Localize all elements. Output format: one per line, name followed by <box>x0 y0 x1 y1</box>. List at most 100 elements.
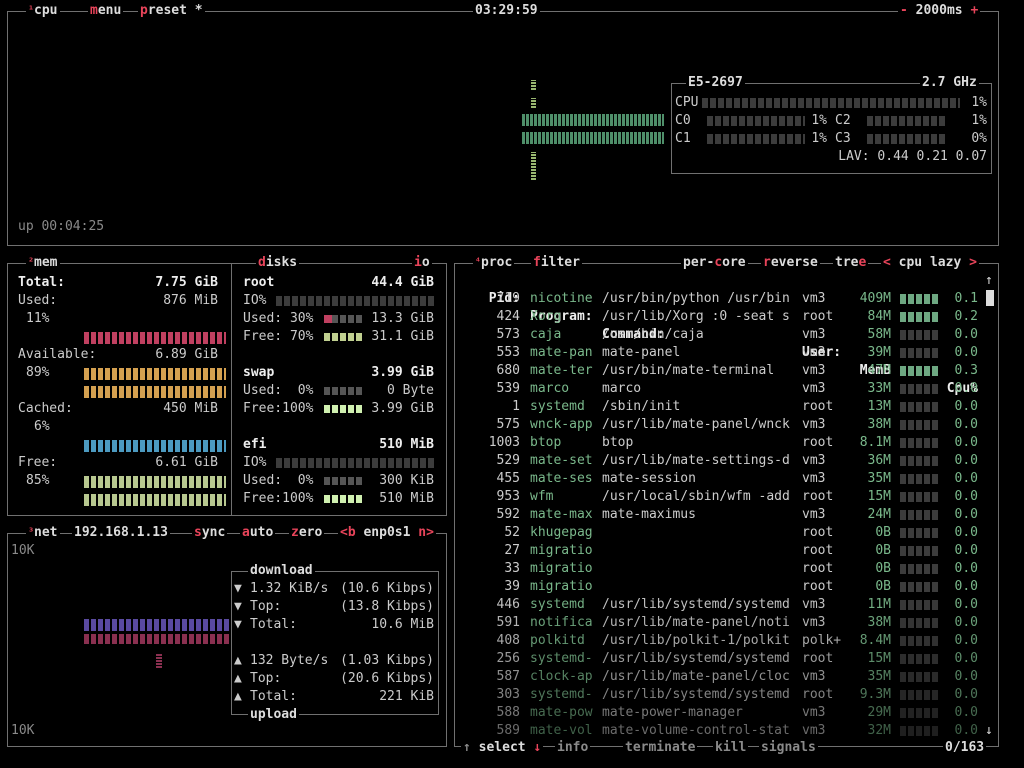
proc-row[interactable]: 39 migratio root 0B 0.0 <box>460 578 995 596</box>
proc-command: mate-panel <box>602 345 681 360</box>
load-average: LAV: 0.44 0.21 0.07 <box>838 149 987 164</box>
interval-control[interactable]: - 2000ms + <box>898 3 981 19</box>
net-sync-toggle[interactable]: sync <box>192 525 228 541</box>
proc-cpu: 0.0 <box>954 417 978 432</box>
disks-title[interactable]: disks <box>256 255 300 271</box>
kill-button[interactable]: kill <box>713 740 749 756</box>
mem-used-pct: 11% <box>26 311 50 326</box>
proc-pid: 680 <box>496 363 520 378</box>
proc-cpu: 0.0 <box>954 543 978 558</box>
proc-cpu: 0.0 <box>954 633 978 648</box>
proc-pid: 529 <box>496 453 520 468</box>
dl-top-arrow-icon: ▼ <box>234 599 242 614</box>
per-core-toggle[interactable]: per-core <box>681 255 748 271</box>
proc-command: /sbin/init <box>602 399 681 414</box>
proc-row[interactable]: 1003 btop btop root 8.1M 0.0 <box>460 434 995 452</box>
mem-box: ²mem disks io Total: 7.75 GiB Used: 876 … <box>7 255 447 516</box>
dl-top: (13.8 Kibps) <box>340 599 434 614</box>
proc-user: root <box>802 435 834 450</box>
cpu-box: ¹cpu menu preset * 03:29:59 - 2000ms + u… <box>7 3 999 246</box>
terminate-button[interactable]: terminate <box>623 740 698 756</box>
proc-row[interactable]: 408 polkitd/usr/lib/polkit-1/polkit polk+ 8… <box>460 632 995 650</box>
disk-root-used: 13.3 GiB <box>371 311 434 326</box>
proc-user: vm3 <box>802 417 826 432</box>
disk-efi-free-label: Free:100% <box>243 491 314 506</box>
menu-button[interactable]: menu <box>88 3 124 19</box>
tree-toggle[interactable]: tree <box>833 255 869 271</box>
proc-row[interactable]: 455 mate-ses mate-session vm3 35M 0.0 <box>460 470 995 488</box>
select-control[interactable]: ↑ select ↓ <box>461 740 544 756</box>
sort-selector[interactable]: < cpu lazy > <box>881 255 979 271</box>
net-iface-selector[interactable]: <b enp0s1 n> <box>338 525 436 541</box>
proc-row[interactable]: 424 Xorg/usr/lib/Xorg :0 -seat s root 84M 0.… <box>460 308 995 326</box>
mem-free-label: Free: <box>18 455 58 470</box>
proc-mem: 8.1M <box>859 435 891 450</box>
proc-row[interactable]: 589 mate-vol mate-volume-control-stat vm3 32… <box>460 722 995 740</box>
cpu-title[interactable]: ¹cpu <box>26 3 60 19</box>
proc-row[interactable]: 588 mate-pow mate-power-manager vm3 29M 0.0 <box>460 704 995 722</box>
net-title[interactable]: ³net <box>26 525 60 541</box>
proc-row[interactable]: 575 wnck-app/usr/lib/mate-panel/wnck vm3 38… <box>460 416 995 434</box>
proc-row[interactable]: 33 migratio root 0B 0.0 <box>460 560 995 578</box>
disk-efi-free: 510 MiB <box>379 491 434 506</box>
uptime: up 00:04:25 <box>18 219 105 234</box>
proc-cpu: 0.0 <box>954 705 978 720</box>
proc-row[interactable]: 553 mate-pan mate-panel vm3 39M 0.0 <box>460 344 995 362</box>
mem-title[interactable]: ²mem <box>26 255 60 271</box>
proc-mem: 36M <box>867 453 891 468</box>
proc-row[interactable]: 591 notifica/usr/lib/mate-panel/noti vm3 38… <box>460 614 995 632</box>
proc-row[interactable]: 27 migratio root 0B 0.0 <box>460 542 995 560</box>
net-auto-toggle[interactable]: auto <box>240 525 276 541</box>
cpu-info-box: E5-2697 2.7 GHz CPU 1% C0 1% C1 1% C2 1%… <box>671 75 992 174</box>
proc-cpu: 0.0 <box>954 399 978 414</box>
mem-available-meter-2 <box>84 386 226 398</box>
proc-scroll-up-icon[interactable]: ↑ <box>985 272 993 290</box>
sort-next-button[interactable]: > <box>969 255 977 270</box>
proc-row[interactable]: 573 caja/usr/bin/caja vm3 58M 0.0 <box>460 326 995 344</box>
proc-command: mate-maximus <box>602 507 696 522</box>
proc-row[interactable]: 446 systemd/usr/lib/systemd/systemd vm3 11M… <box>460 596 995 614</box>
proc-program: mate-ses <box>530 471 593 486</box>
io-toggle[interactable]: io <box>412 255 432 271</box>
sort-prev-button[interactable]: < <box>883 255 891 270</box>
proc-mem: 0B <box>875 525 891 540</box>
proc-cpu-graph <box>900 690 938 700</box>
proc-cpu-graph <box>900 474 938 484</box>
signals-button[interactable]: signals <box>759 740 818 756</box>
proc-mem: 39M <box>867 345 891 360</box>
net-next-iface-button[interactable]: n> <box>418 525 434 540</box>
net-zero-toggle[interactable]: zero <box>289 525 325 541</box>
core-c0-pct: 1% <box>811 113 827 128</box>
proc-row[interactable]: 953 wfm/usr/local/sbin/wfm -add root 15M 0.0 <box>460 488 995 506</box>
proc-row[interactable]: 592 mate-max mate-maximus vm3 24M 0.0 <box>460 506 995 524</box>
proc-row[interactable]: 52 khugepag root 0B 0.0 <box>460 524 995 542</box>
disk-efi-name: efi <box>243 437 267 452</box>
proc-command: /usr/lib/systemd/systemd <box>602 651 790 666</box>
reverse-toggle[interactable]: reverse <box>761 255 820 271</box>
proc-program: wfm <box>530 489 554 504</box>
proc-user: vm3 <box>802 669 826 684</box>
proc-row[interactable]: 1 systemd/sbin/init root 13M 0.0 <box>460 398 995 416</box>
proc-row[interactable]: 680 mate-ter/usr/bin/mate-terminal vm3 47M 0… <box>460 362 995 380</box>
proc-title[interactable]: ⁴proc <box>473 255 515 271</box>
proc-cpu-graph <box>900 672 938 682</box>
proc-program: nicotine <box>530 291 593 306</box>
proc-row[interactable]: 587 clock-ap/usr/lib/mate-panel/cloc vm3 35… <box>460 668 995 686</box>
interval-decrease-button[interactable]: - <box>900 3 908 18</box>
net-prev-iface-button[interactable]: <b <box>340 525 356 540</box>
proc-row[interactable]: 303 systemd- /usr/lib/systemd/systemd root 9… <box>460 686 995 704</box>
proc-filter-button[interactable]: filter <box>531 255 582 271</box>
interval-increase-button[interactable]: + <box>970 3 978 18</box>
proc-program: migratio <box>530 579 593 594</box>
proc-row[interactable]: 539 marco marco vm3 33M 0.0 <box>460 380 995 398</box>
proc-pid: 1 <box>512 399 520 414</box>
info-button[interactable]: info <box>555 740 591 756</box>
preset-button[interactable]: preset * <box>138 3 205 19</box>
core-c1-pct: 1% <box>811 131 827 146</box>
proc-row[interactable]: 256 systemd- /usr/lib/systemd/systemd root 1… <box>460 650 995 668</box>
proc-row[interactable]: 529 mate-set/usr/lib/mate-settings-d vm3 36… <box>460 452 995 470</box>
proc-command: marco <box>602 381 642 396</box>
proc-row[interactable]: 719 nicotine/usr/bin/python /usr/bin vm3 40… <box>460 290 995 308</box>
dl-rate-bits: (10.6 Kibps) <box>340 581 434 596</box>
proc-pid: 303 <box>496 687 520 702</box>
